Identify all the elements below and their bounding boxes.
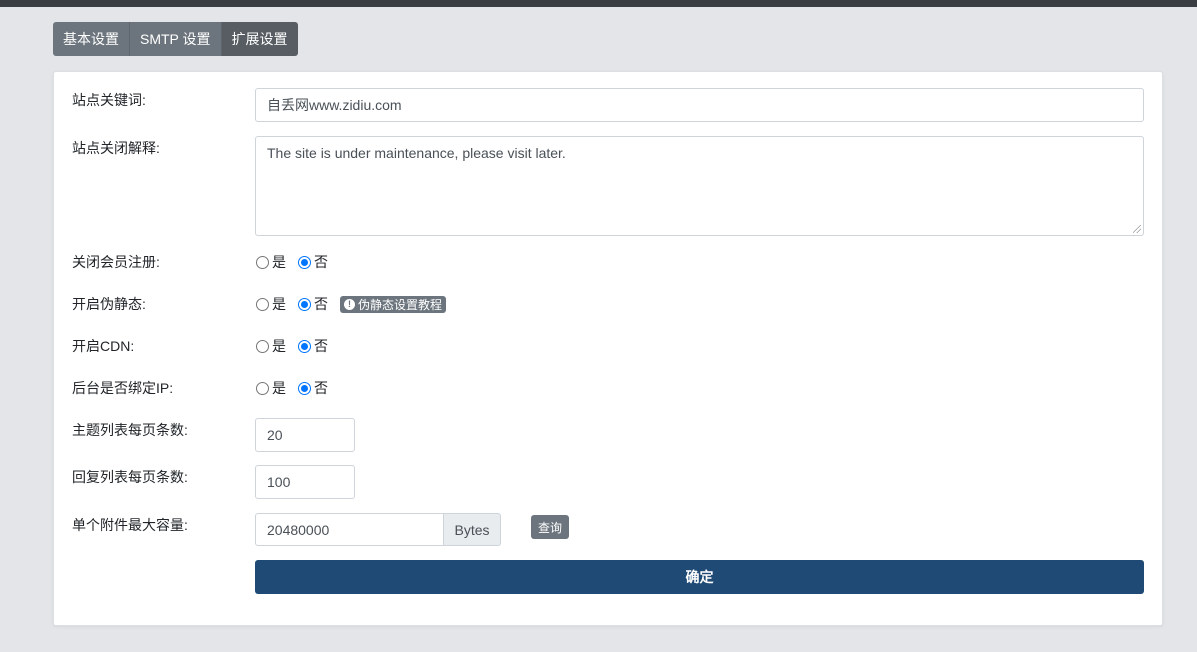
close-register-yes-label: 是 bbox=[272, 254, 286, 270]
keywords-label: 站点关键词: bbox=[72, 92, 146, 108]
max-attachment-value: 20480000 bbox=[267, 521, 330, 538]
cdn-yes-radio[interactable] bbox=[256, 339, 269, 353]
bind-ip-no-label: 否 bbox=[314, 380, 328, 396]
close-register-no-label: 否 bbox=[314, 254, 328, 270]
info-icon: ! bbox=[344, 298, 355, 310]
max-attachment-label: 单个附件最大容量: bbox=[72, 517, 188, 533]
tab-smtp-settings[interactable]: SMTP 设置 bbox=[129, 22, 221, 56]
close-register-yes-radio[interactable] bbox=[256, 255, 269, 269]
cdn-no-label: 否 bbox=[314, 338, 328, 354]
bind-ip-label: 后台是否绑定IP: bbox=[72, 380, 174, 396]
resize-handle-icon[interactable] bbox=[1133, 225, 1141, 233]
close-register-no-radio[interactable] bbox=[298, 255, 311, 269]
query-button[interactable]: 查询 bbox=[531, 515, 570, 539]
bind-ip-yes-label: 是 bbox=[272, 380, 286, 396]
close-reason-label: 站点关闭解释: bbox=[72, 140, 160, 156]
keywords-input[interactable]: 自丢网www.zidiu.com bbox=[255, 88, 1144, 122]
bind-ip-no-radio[interactable] bbox=[298, 381, 311, 395]
cdn-yes-label: 是 bbox=[272, 338, 286, 354]
rewrite-yes-radio[interactable] bbox=[256, 297, 269, 311]
replies-per-page-value: 100 bbox=[267, 474, 291, 490]
cdn-no-radio[interactable] bbox=[298, 339, 311, 353]
topics-per-page-label: 主题列表每页条数: bbox=[72, 422, 188, 438]
bind-ip-yes-radio[interactable] bbox=[256, 381, 269, 395]
topics-per-page-input[interactable]: 20 bbox=[255, 418, 355, 452]
topics-per-page-value: 20 bbox=[267, 427, 283, 443]
cdn-radio-group: 是 否 bbox=[256, 336, 340, 356]
rewrite-tutorial-badge[interactable]: ! 伪静态设置教程 bbox=[340, 295, 447, 313]
tab-basic-settings[interactable]: 基本设置 bbox=[53, 22, 129, 56]
cdn-label: 开启CDN: bbox=[72, 338, 135, 354]
tab-extended-settings[interactable]: 扩展设置 bbox=[220, 22, 298, 56]
close-register-radio-group: 是 否 bbox=[256, 252, 340, 272]
max-attachment-input[interactable]: 20480000 bbox=[255, 513, 444, 546]
settings-tabs: 基本设置 SMTP 设置 扩展设置 bbox=[53, 22, 298, 56]
submit-button[interactable]: 确定 bbox=[255, 560, 1144, 594]
top-bar bbox=[0, 0, 1197, 7]
rewrite-tutorial-text: 伪静态设置教程 bbox=[358, 297, 443, 312]
keywords-value: 自丢网www.zidiu.com bbox=[267, 97, 402, 113]
settings-form-card: 站点关键词: 自丢网www.zidiu.com 站点关闭解释: The site… bbox=[53, 71, 1163, 626]
close-reason-textarea[interactable]: The site is under maintenance, please vi… bbox=[255, 136, 1144, 236]
bytes-unit-addon: Bytes bbox=[444, 513, 501, 546]
close-reason-value: The site is under maintenance, please vi… bbox=[267, 145, 566, 161]
replies-per-page-input[interactable]: 100 bbox=[255, 465, 355, 499]
rewrite-label: 开启伪静态: bbox=[72, 296, 146, 312]
rewrite-no-label: 否 bbox=[314, 296, 328, 312]
bind-ip-radio-group: 是 否 bbox=[256, 378, 340, 398]
replies-per-page-label: 回复列表每页条数: bbox=[72, 469, 188, 485]
rewrite-no-radio[interactable] bbox=[298, 297, 311, 311]
close-register-label: 关闭会员注册: bbox=[72, 254, 160, 270]
rewrite-radio-group: 是 否 ! 伪静态设置教程 bbox=[256, 294, 447, 314]
rewrite-yes-label: 是 bbox=[272, 296, 286, 312]
